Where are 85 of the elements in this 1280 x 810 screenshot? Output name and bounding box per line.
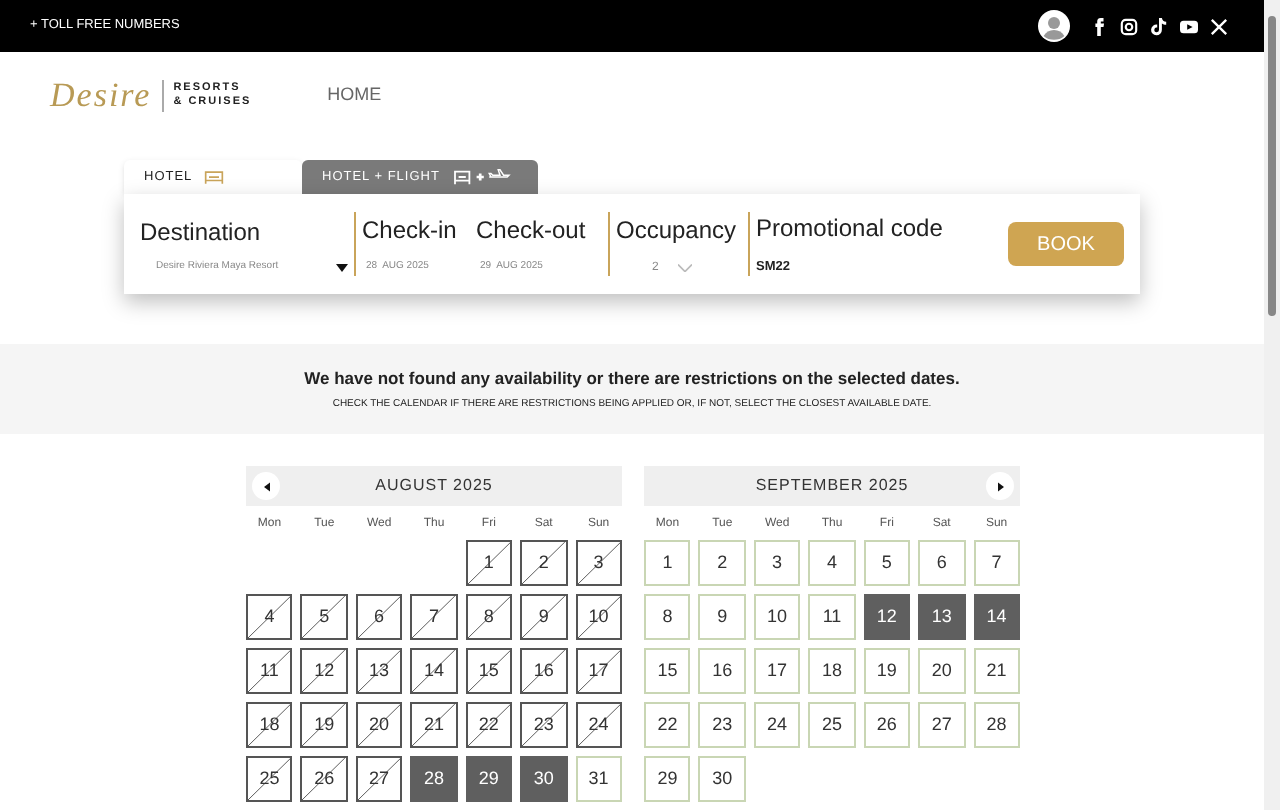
next-month-button[interactable]: [986, 472, 1014, 500]
facebook-icon[interactable]: [1090, 17, 1108, 35]
restricted-day: 23: [520, 702, 568, 748]
restricted-day: 18: [246, 702, 293, 748]
month-title: AUGUST 2025: [373, 474, 495, 498]
available-day[interactable]: 15: [644, 648, 691, 694]
selected-day[interactable]: 30: [520, 756, 568, 802]
available-day[interactable]: 27: [918, 702, 966, 748]
available-day[interactable]: 9: [698, 594, 746, 640]
selected-day[interactable]: 29: [465, 756, 513, 802]
available-day[interactable]: 22: [644, 702, 691, 748]
restricted-day: 4: [246, 594, 293, 640]
restricted-day: 2: [520, 540, 568, 586]
restricted-day: 27: [355, 756, 403, 802]
left-arrow-icon: [263, 481, 269, 491]
available-day[interactable]: 29: [644, 756, 691, 802]
available-day[interactable]: 19: [863, 648, 911, 694]
month-title: SEPTEMBER 2025: [753, 474, 911, 498]
restricted-day: 26: [300, 756, 348, 802]
restricted-day: 15: [465, 648, 513, 694]
available-day[interactable]: 7: [973, 540, 1020, 586]
restricted-day: 3: [575, 540, 622, 586]
restricted-day: 12: [300, 648, 348, 694]
restricted-day: 22: [465, 702, 513, 748]
available-day[interactable]: 21: [973, 648, 1020, 694]
dropdown-caret-icon: [336, 263, 348, 271]
scrollbar[interactable]: [1264, 0, 1280, 810]
restricted-day: 19: [300, 702, 348, 748]
music-note-icon[interactable]: [1150, 17, 1168, 35]
restricted-day: 14: [410, 648, 458, 694]
right-arrow-icon: [997, 481, 1003, 491]
restricted-day: 8: [465, 594, 513, 640]
available-day[interactable]: 25: [808, 702, 856, 748]
restricted-day: 17: [575, 648, 622, 694]
available-day[interactable]: 8: [644, 594, 691, 640]
field-label: Check-out: [476, 214, 588, 249]
user-avatar-icon[interactable]: [1038, 10, 1070, 42]
available-day[interactable]: 6: [918, 540, 966, 586]
youtube-icon[interactable]: [1180, 17, 1198, 35]
available-day[interactable]: 28: [973, 702, 1020, 748]
restricted-day: 13: [355, 648, 403, 694]
available-day[interactable]: 20: [918, 648, 966, 694]
restricted-day: 20: [355, 702, 403, 748]
nav-link[interactable]: HOME: [327, 82, 382, 110]
selected-day[interactable]: 13: [918, 594, 966, 640]
available-day[interactable]: 17: [753, 648, 801, 694]
available-day[interactable]: 31: [575, 756, 622, 802]
restricted-day: 5: [300, 594, 348, 640]
available-day[interactable]: 24: [753, 702, 801, 748]
available-day[interactable]: 26: [863, 702, 911, 748]
restricted-day: 7: [410, 594, 458, 640]
available-day[interactable]: 4: [808, 540, 856, 586]
available-day[interactable]: 16: [698, 648, 746, 694]
field-label: Occupancy: [616, 213, 739, 247]
instagram-icon[interactable]: [1120, 17, 1138, 35]
restricted-day: 10: [575, 594, 622, 640]
restricted-day: 6: [355, 594, 403, 640]
available-day[interactable]: 11: [808, 594, 856, 640]
bed-plus-plane-icon: [451, 168, 512, 186]
available-day[interactable]: 5: [863, 540, 911, 586]
bed-icon: [204, 169, 225, 185]
restricted-day: 11: [246, 648, 293, 694]
field-label: Check-in: [362, 214, 459, 249]
available-day[interactable]: 1: [644, 540, 691, 586]
previous-month-button[interactable]: [252, 472, 280, 500]
restricted-day: 24: [575, 702, 622, 748]
selected-day[interactable]: 28: [410, 756, 458, 802]
restricted-day: 25: [246, 756, 293, 802]
field-label: Promotional code: [756, 212, 945, 247]
chevron-down-icon: [678, 264, 693, 272]
notice-title: We have not found any availability or there are restrictions on the selected dates.: [304, 365, 960, 392]
restricted-day: 9: [520, 594, 568, 640]
available-day[interactable]: 18: [808, 648, 856, 694]
restricted-day: 1: [465, 540, 513, 586]
restricted-day: 16: [520, 648, 568, 694]
available-day[interactable]: 30: [698, 756, 746, 802]
available-day[interactable]: 10: [753, 594, 801, 640]
selected-day[interactable]: 12: [863, 594, 911, 640]
available-day[interactable]: 3: [753, 540, 801, 586]
field-label: Destination: [140, 215, 263, 250]
restricted-day: 21: [410, 702, 458, 748]
selected-day[interactable]: 14: [973, 594, 1020, 640]
available-day[interactable]: 23: [698, 702, 746, 748]
x-logo-icon[interactable]: [1210, 17, 1228, 35]
available-day[interactable]: 2: [698, 540, 746, 586]
